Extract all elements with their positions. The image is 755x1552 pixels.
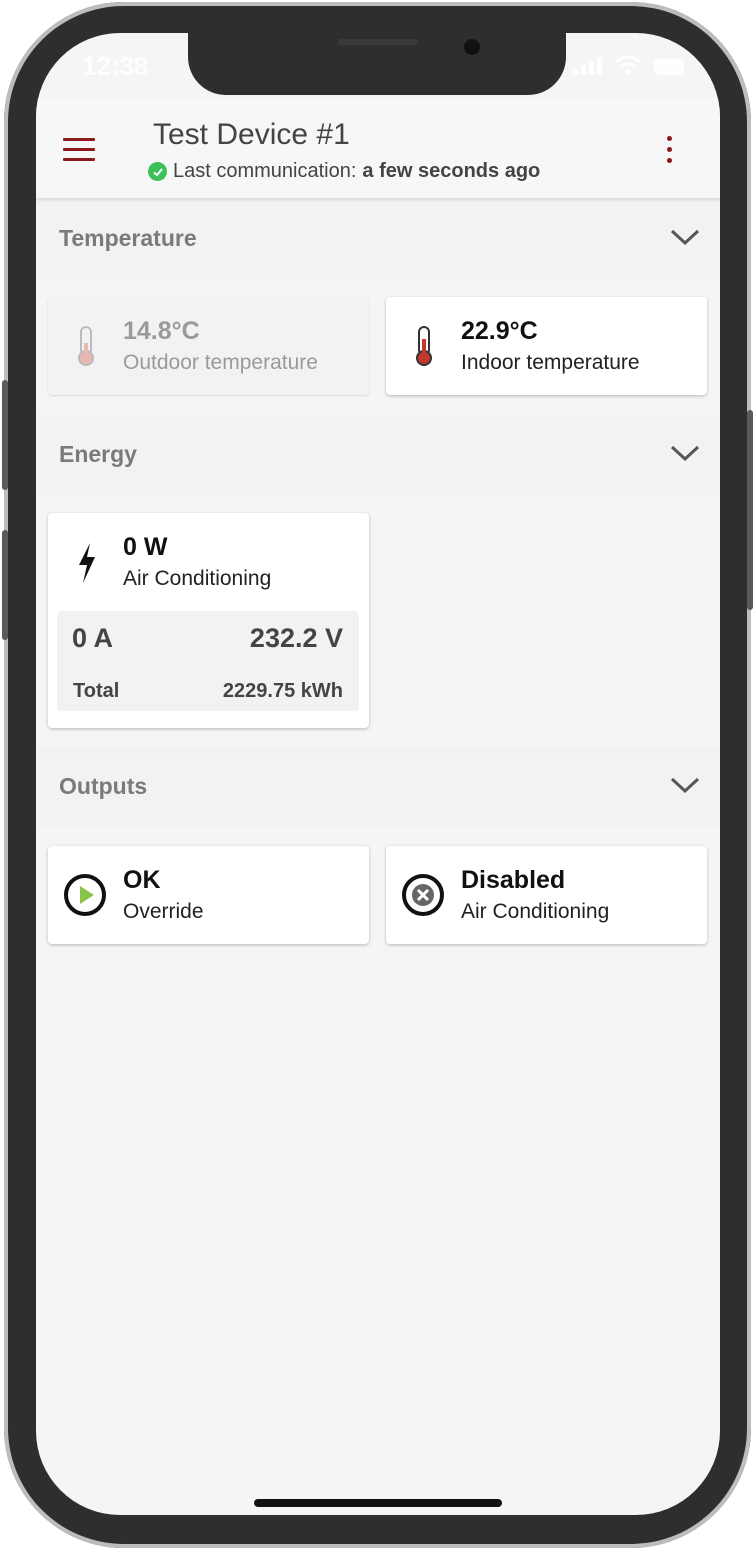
card-value: 0 W: [123, 533, 168, 561]
home-indicator[interactable]: [254, 1499, 502, 1507]
section-title: Energy: [59, 441, 137, 467]
device-title: Test Device #1: [153, 118, 350, 151]
card-label: Indoor temperature: [461, 351, 640, 374]
phone-screen: 12:38 Test Device #1 Last communication:: [36, 33, 720, 1515]
energy-total-value: 2229.75 kWh: [222, 680, 343, 702]
card-value: 14.8°C: [123, 317, 200, 345]
phone-side-button: [2, 380, 8, 490]
card-label: Air Conditioning: [461, 900, 610, 923]
status-icons: [573, 55, 684, 75]
chevron-down-icon: [670, 229, 700, 246]
chevron-down-icon: [670, 445, 700, 462]
card-value: Disabled: [461, 866, 566, 894]
signal-icon: [573, 57, 602, 75]
cancel-circle-icon: [402, 874, 444, 916]
card-indoor-temperature[interactable]: 22.9°C Indoor temperature: [386, 297, 707, 395]
phone-side-button: [747, 410, 753, 610]
card-output-air-conditioning[interactable]: Disabled Air Conditioning: [386, 846, 707, 944]
card-output-override[interactable]: OK Override: [48, 846, 369, 944]
energy-current: 0 A: [72, 623, 114, 653]
status-time: 12:38: [82, 51, 149, 81]
energy-total-label: Total: [73, 680, 120, 702]
thermometer-icon: [416, 326, 432, 366]
phone-side-button: [2, 530, 8, 640]
app-header: Test Device #1 Last communication: a few…: [36, 98, 720, 198]
card-energy-air-conditioning[interactable]: 0 W Air Conditioning 0 A 232.2 V Total 2…: [48, 513, 369, 728]
energy-details: 0 A 232.2 V Total 2229.75 kWh: [57, 611, 359, 711]
check-circle-icon: [148, 162, 167, 181]
speaker-grille: [338, 39, 418, 45]
play-circle-icon: [64, 874, 106, 916]
battery-icon: [654, 59, 684, 75]
thermometer-icon: [78, 326, 94, 366]
camera-icon: [464, 39, 480, 55]
card-label: Override: [123, 900, 204, 923]
card-value: 22.9°C: [461, 317, 538, 345]
communication-status: Last communication: a few seconds ago: [148, 160, 540, 183]
communication-label: Last communication:: [173, 160, 357, 182]
card-label: Outdoor temperature: [123, 351, 318, 374]
lightning-icon: [79, 543, 95, 583]
section-header-energy[interactable]: Energy: [36, 415, 720, 495]
section-header-outputs[interactable]: Outputs: [36, 747, 720, 827]
section-title: Temperature: [59, 225, 197, 251]
menu-icon[interactable]: [63, 138, 95, 162]
section-header-temperature[interactable]: Temperature: [36, 199, 720, 279]
card-outdoor-temperature[interactable]: 14.8°C Outdoor temperature: [48, 297, 369, 395]
chevron-down-icon: [670, 777, 700, 794]
card-value: OK: [123, 866, 161, 894]
section-title: Outputs: [59, 773, 148, 799]
phone-notch: [188, 33, 566, 95]
wifi-icon: [615, 55, 641, 75]
energy-voltage: 232.2 V: [249, 623, 343, 653]
communication-value: a few seconds ago: [362, 160, 541, 182]
card-label: Air Conditioning: [123, 567, 272, 590]
kebab-icon[interactable]: [664, 136, 674, 164]
